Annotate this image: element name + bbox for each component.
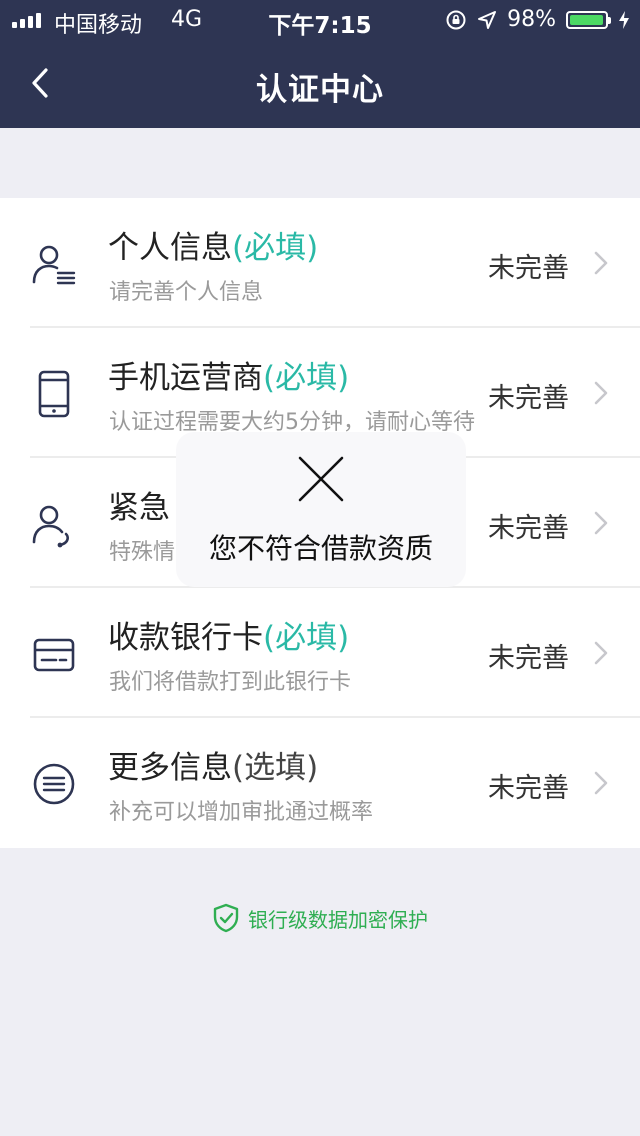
item-title: 个人信息(必填) bbox=[108, 222, 318, 267]
more-info-icon bbox=[33, 763, 75, 805]
item-status: 未完善 bbox=[488, 773, 569, 804]
security-note: 银行级数据加密保护 bbox=[212, 903, 428, 933]
item-status: 未完善 bbox=[488, 383, 569, 414]
item-title: 紧急 bbox=[108, 482, 170, 527]
item-title: 手机运营商(必填) bbox=[108, 352, 349, 397]
top-bar: 中国移动 4G 下午7:15 98% 认证中心 bbox=[0, 0, 640, 128]
item-title: 更多信息(选填) bbox=[108, 742, 318, 787]
status-icons: 98% bbox=[445, 7, 630, 32]
item-title-text: 紧急 bbox=[108, 490, 170, 526]
location-icon bbox=[478, 10, 497, 29]
item-subtitle: 补充可以增加审批通过概率 bbox=[109, 800, 374, 825]
battery-percent: 98% bbox=[507, 7, 556, 32]
list-item-more-info[interactable]: 更多信息(选填) 补充可以增加审批通过概率 未完善 bbox=[0, 718, 640, 848]
phone-icon bbox=[38, 370, 70, 418]
item-title-text: 手机运营商 bbox=[108, 360, 263, 396]
item-subtitle: 特殊情 bbox=[109, 540, 176, 565]
bank-card-icon bbox=[33, 638, 75, 672]
item-status: 未完善 bbox=[488, 253, 569, 284]
chevron-right-icon bbox=[594, 641, 608, 665]
contact-phone-icon bbox=[32, 505, 69, 548]
chevron-right-icon bbox=[594, 251, 608, 275]
chevron-right-icon bbox=[594, 381, 608, 405]
person-info-icon bbox=[32, 245, 76, 285]
status-bar: 中国移动 4G 下午7:15 98% bbox=[0, 0, 640, 40]
item-status: 未完善 bbox=[488, 513, 569, 544]
list-item-personal-info[interactable]: 个人信息(必填) 请完善个人信息 未完善 bbox=[0, 198, 640, 328]
item-title-text: 个人信息 bbox=[108, 230, 232, 266]
item-subtitle: 我们将借款打到此银行卡 bbox=[109, 670, 352, 695]
item-title-text: 收款银行卡 bbox=[108, 620, 263, 656]
optional-tag: (选填) bbox=[232, 750, 319, 786]
item-title: 收款银行卡(必填) bbox=[108, 612, 349, 657]
charging-icon bbox=[619, 10, 629, 29]
error-toast: 您不符合借款资质 bbox=[176, 432, 466, 587]
list-item-bank-card[interactable]: 收款银行卡(必填) 我们将借款打到此银行卡 未完善 bbox=[0, 588, 640, 718]
page-title: 认证中心 bbox=[256, 72, 384, 108]
item-subtitle: 请完善个人信息 bbox=[109, 280, 264, 305]
item-status: 未完善 bbox=[488, 643, 569, 674]
required-tag: (必填) bbox=[263, 620, 350, 656]
chevron-right-icon bbox=[594, 771, 608, 795]
battery-fill bbox=[570, 14, 604, 25]
toast-message: 您不符合借款资质 bbox=[208, 532, 433, 565]
item-title-text: 更多信息 bbox=[108, 750, 232, 786]
chevron-right-icon bbox=[594, 511, 608, 535]
close-icon bbox=[298, 456, 344, 502]
rotation-lock-icon bbox=[446, 10, 466, 29]
required-tag: (必填) bbox=[232, 230, 319, 266]
battery-icon bbox=[566, 10, 611, 29]
security-note-text: 银行级数据加密保护 bbox=[248, 907, 428, 932]
required-tag: (必填) bbox=[263, 360, 350, 396]
shield-check-icon bbox=[213, 903, 239, 933]
